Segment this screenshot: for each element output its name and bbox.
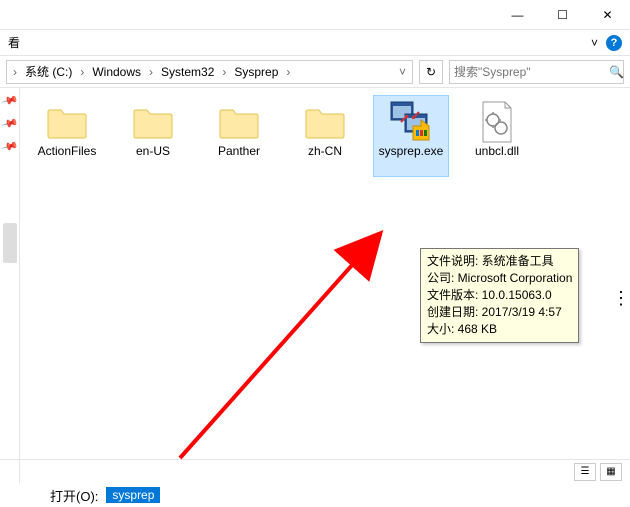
chevron-icon: › xyxy=(11,65,19,79)
pin-icon[interactable]: 📌 xyxy=(0,137,18,155)
bottom-bar: 打开(O): sysprep xyxy=(0,483,630,507)
chevron-icon: › xyxy=(147,65,155,79)
item-label: sysprep.exe xyxy=(377,144,446,158)
titlebar: — ☐ ✕ xyxy=(0,0,630,30)
exe-icon xyxy=(387,100,435,144)
breadcrumb-item[interactable]: System32 xyxy=(157,65,218,79)
ribbon: 看 ˅ ? xyxy=(0,30,630,56)
folder-item[interactable]: en-US xyxy=(116,96,190,176)
breadcrumb-item[interactable]: Windows xyxy=(88,65,145,79)
status-bar: ☰ ▦ xyxy=(0,459,630,483)
ribbon-tab-view[interactable]: 看 xyxy=(8,34,20,51)
chevron-icon: › xyxy=(220,65,228,79)
pin-icon[interactable]: 📌 xyxy=(0,91,18,109)
item-label: ActionFiles xyxy=(36,144,99,158)
tooltip-version: 文件版本: 10.0.15063.0 xyxy=(427,287,572,304)
chevron-icon: › xyxy=(78,65,86,79)
search-box[interactable]: 🔍 xyxy=(449,60,624,84)
breadcrumb-item[interactable]: Sysprep xyxy=(230,65,282,79)
file-list: ActionFiles en-US Panther zh-CN xyxy=(20,88,630,483)
tooltip-description: 文件说明: 系统准备工具 xyxy=(427,253,572,270)
nav-sidebar: 📌 📌 📌 xyxy=(0,88,20,483)
close-button[interactable]: ✕ xyxy=(585,0,630,30)
view-icons-button[interactable]: ▦ xyxy=(600,463,622,481)
folder-icon xyxy=(129,100,177,144)
right-edge-decoration: ⋮ xyxy=(612,288,630,309)
chevron-icon: › xyxy=(284,65,292,79)
open-input[interactable]: sysprep xyxy=(106,487,160,503)
sidebar-scrollbar[interactable] xyxy=(3,223,17,263)
breadcrumb-item[interactable]: 系统 (C:) xyxy=(21,63,76,80)
minimize-button[interactable]: — xyxy=(495,0,540,30)
search-icon[interactable]: 🔍 xyxy=(609,65,624,79)
folder-icon xyxy=(43,100,91,144)
maximize-button[interactable]: ☐ xyxy=(540,0,585,30)
help-icon[interactable]: ? xyxy=(606,35,622,51)
file-tooltip: 文件说明: 系统准备工具 公司: Microsoft Corporation 文… xyxy=(420,248,579,343)
breadcrumb[interactable]: › 系统 (C:) › Windows › System32 › Sysprep… xyxy=(6,60,413,84)
tooltip-size: 大小: 468 KB xyxy=(427,321,572,338)
folder-item[interactable]: ActionFiles xyxy=(30,96,104,176)
tooltip-date: 创建日期: 2017/3/19 4:57 xyxy=(427,304,572,321)
folder-item[interactable]: zh-CN xyxy=(288,96,362,176)
file-item-dll[interactable]: unbcl.dll xyxy=(460,96,534,176)
ribbon-expand-icon[interactable]: ˅ xyxy=(591,36,598,50)
dll-icon xyxy=(473,100,521,144)
folder-icon xyxy=(301,100,349,144)
item-label: Panther xyxy=(216,144,262,158)
refresh-button[interactable]: ↻ xyxy=(419,60,443,84)
file-item-sysprep[interactable]: sysprep.exe xyxy=(374,96,448,176)
item-label: en-US xyxy=(134,144,172,158)
folder-item[interactable]: Panther xyxy=(202,96,276,176)
item-label: zh-CN xyxy=(306,144,344,158)
item-label: unbcl.dll xyxy=(473,144,521,158)
address-bar: › 系统 (C:) › Windows › System32 › Sysprep… xyxy=(0,56,630,88)
folder-icon xyxy=(215,100,263,144)
tooltip-company: 公司: Microsoft Corporation xyxy=(427,270,572,287)
view-details-button[interactable]: ☰ xyxy=(574,463,596,481)
open-label: 打开(O): xyxy=(50,486,98,505)
pin-icon[interactable]: 📌 xyxy=(0,114,18,132)
breadcrumb-dropdown-icon[interactable]: ˅ xyxy=(397,65,408,79)
search-input[interactable] xyxy=(454,65,609,79)
